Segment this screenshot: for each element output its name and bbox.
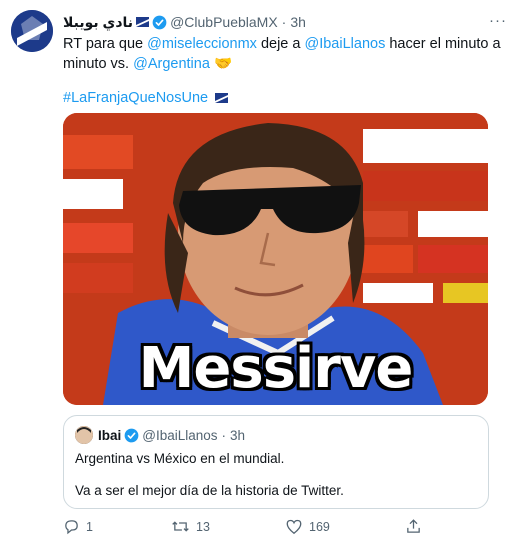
quoted-handle: @IbaiLlanos bbox=[142, 427, 218, 443]
meme-caption: Messirve bbox=[138, 336, 414, 401]
more-options-icon[interactable]: ··· bbox=[489, 12, 507, 29]
quoted-tweet-header: Ibai @IbaiLlanos · 3h bbox=[75, 426, 245, 444]
reply-count: 1 bbox=[86, 519, 93, 534]
quoted-author-name: Ibai bbox=[98, 427, 122, 443]
media-image[interactable]: Messirve bbox=[63, 113, 488, 405]
heart-icon bbox=[286, 519, 302, 535]
timestamp[interactable]: 3h bbox=[290, 14, 306, 30]
quoted-avatar bbox=[75, 426, 93, 444]
share-icon bbox=[407, 519, 420, 533]
dot-separator: · bbox=[221, 427, 227, 443]
quoted-timestamp: 3h bbox=[230, 427, 246, 443]
quoted-line: Argentina vs México en el mundial. bbox=[75, 451, 285, 466]
tweet-header: نادي بويبلا @ClubPueblaMX · 3h ··· bbox=[63, 12, 507, 32]
author-handle[interactable]: @ClubPueblaMX bbox=[170, 14, 278, 30]
tweet: نادي بويبلا @ClubPueblaMX · 3h ··· RT pa… bbox=[0, 0, 521, 545]
flag-icon bbox=[215, 93, 229, 104]
retweet-button[interactable]: 13 bbox=[171, 518, 210, 535]
verified-badge-icon bbox=[152, 15, 167, 29]
handshake-emoji: 🤝 bbox=[213, 56, 232, 72]
quoted-tweet-text: Argentina vs México en el mundial. Va a … bbox=[75, 450, 344, 500]
like-button[interactable]: 169 bbox=[285, 518, 330, 535]
action-bar: 1 13 169 bbox=[63, 518, 503, 538]
author-name[interactable]: نادي بويبلا bbox=[63, 14, 133, 31]
avatar[interactable] bbox=[11, 10, 53, 52]
verified-badge-icon bbox=[124, 428, 139, 442]
reply-button[interactable]: 1 bbox=[63, 518, 93, 535]
hashtag-link[interactable]: #LaFranjaQueNosUne bbox=[63, 90, 208, 106]
hashtag-line: #LaFranjaQueNosUne bbox=[63, 88, 229, 108]
share-button[interactable] bbox=[405, 518, 428, 535]
mention-link[interactable]: @IbaiLlanos bbox=[305, 36, 386, 52]
reply-icon bbox=[65, 520, 78, 535]
mention-link[interactable]: @miseleccionmx bbox=[147, 36, 257, 52]
flag-icon bbox=[136, 17, 150, 27]
mention-link[interactable]: @Argentina bbox=[133, 56, 210, 72]
quoted-tweet[interactable]: Ibai @IbaiLlanos · 3h Argentina vs Méxic… bbox=[63, 415, 489, 509]
retweet-count: 13 bbox=[196, 519, 210, 534]
quoted-line: Va a ser el mejor día de la historia de … bbox=[75, 483, 344, 498]
dot-separator: · bbox=[281, 14, 287, 30]
like-count: 169 bbox=[309, 519, 330, 534]
retweet-icon bbox=[172, 521, 189, 532]
tweet-text: RT para que @miseleccionmx deje a @IbaiL… bbox=[63, 36, 501, 72]
